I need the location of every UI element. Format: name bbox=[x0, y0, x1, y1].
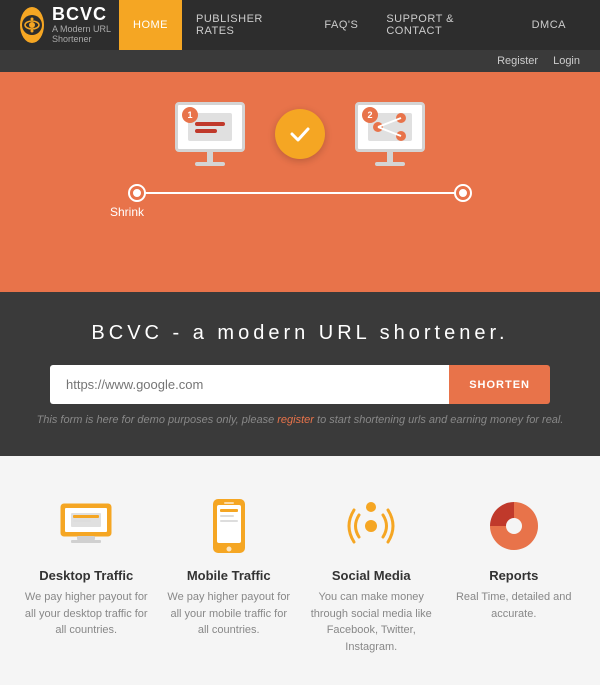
logo-icon bbox=[20, 7, 44, 43]
reports-icon bbox=[484, 496, 544, 556]
form-note: This form is here for demo purposes only… bbox=[20, 414, 580, 426]
tagline-section: BCVC - a modern URL shortener. SHORTEN T… bbox=[0, 292, 600, 456]
hero-section: 1 2 bbox=[0, 72, 600, 292]
nav-dmca[interactable]: DMCA bbox=[518, 0, 580, 50]
top-bar: Register Login bbox=[0, 50, 600, 72]
form-note-suffix: to start shortening urls and earning mon… bbox=[317, 414, 563, 426]
feature-mobile-desc: We pay higher payout for all your mobile… bbox=[164, 589, 294, 639]
monitor-2: 2 bbox=[355, 102, 425, 166]
feature-reports-desc: Real Time, detailed and accurate. bbox=[449, 589, 579, 622]
nav-publisher-rates[interactable]: PUBLISHER RATES bbox=[182, 0, 310, 50]
desktop-icon bbox=[56, 496, 116, 556]
timeline-dot-right bbox=[456, 186, 470, 200]
brand: BCVC A Modern URL Shortener bbox=[20, 5, 119, 45]
feature-desktop-title: Desktop Traffic bbox=[39, 568, 133, 583]
timeline-dot-left bbox=[130, 186, 144, 200]
login-link[interactable]: Login bbox=[553, 55, 580, 67]
feature-reports: Reports Real Time, detailed and accurate… bbox=[449, 496, 579, 655]
form-note-text: This form is here for demo purposes only… bbox=[37, 414, 275, 426]
social-icon bbox=[341, 496, 401, 556]
brand-name: BCVC bbox=[52, 5, 119, 25]
navbar: BCVC A Modern URL Shortener HOME PUBLISH… bbox=[0, 0, 600, 50]
timeline-line bbox=[144, 192, 456, 194]
url-input[interactable] bbox=[50, 365, 449, 404]
features-section: Desktop Traffic We pay higher payout for… bbox=[0, 456, 600, 685]
feature-reports-title: Reports bbox=[489, 568, 538, 583]
shrink-label: Shrink bbox=[110, 205, 144, 219]
url-form: SHORTEN bbox=[50, 365, 550, 404]
nav-home[interactable]: HOME bbox=[119, 0, 182, 50]
feature-mobile-title: Mobile Traffic bbox=[187, 568, 271, 583]
feature-social-desc: You can make money through social media … bbox=[306, 589, 436, 655]
brand-sub: A Modern URL Shortener bbox=[52, 25, 119, 45]
nav-links: HOME PUBLISHER RATES FAQ'S SUPPORT & CON… bbox=[119, 0, 580, 50]
monitor-1: 1 bbox=[175, 102, 245, 166]
check-icon bbox=[275, 109, 325, 159]
feature-social: Social Media You can make money through … bbox=[306, 496, 436, 655]
feature-social-title: Social Media bbox=[332, 568, 411, 583]
form-note-register[interactable]: register bbox=[277, 414, 314, 426]
shorten-button[interactable]: SHORTEN bbox=[449, 365, 550, 404]
nav-support[interactable]: SUPPORT & CONTACT bbox=[372, 0, 517, 50]
hero-illustration: 1 2 bbox=[100, 102, 500, 166]
register-link[interactable]: Register bbox=[497, 55, 538, 67]
hero-timeline bbox=[130, 186, 470, 200]
tagline-title: BCVC - a modern URL shortener. bbox=[20, 322, 580, 345]
feature-mobile: Mobile Traffic We pay higher payout for … bbox=[164, 496, 294, 655]
nav-faq[interactable]: FAQ'S bbox=[310, 0, 372, 50]
mobile-icon bbox=[199, 496, 259, 556]
feature-desktop-desc: We pay higher payout for all your deskto… bbox=[21, 589, 151, 639]
feature-desktop: Desktop Traffic We pay higher payout for… bbox=[21, 496, 151, 655]
